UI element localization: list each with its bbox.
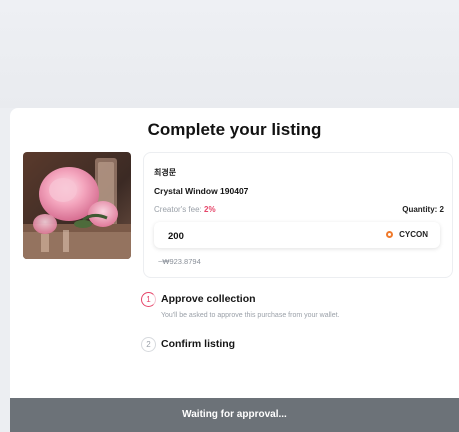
krw-estimate: ~₩923.8794 xyxy=(158,257,201,266)
step-1-title: Approve collection xyxy=(161,293,256,305)
rose-artwork-image xyxy=(23,152,131,259)
creator-fee-value: 2% xyxy=(204,205,216,214)
waiting-for-approval-button[interactable]: Waiting for approval... xyxy=(10,398,459,432)
creator-fee: Creator's fee: 2% xyxy=(154,205,216,214)
currency-label: CYCON xyxy=(399,230,428,239)
artist-name: 최경문 xyxy=(154,168,177,177)
page-backdrop xyxy=(0,0,459,108)
step-1-indicator: 1 xyxy=(141,292,156,307)
modal-title: Complete your listing xyxy=(147,120,322,139)
quantity-label: Quantity: 2 xyxy=(402,205,444,214)
cycon-coin-icon xyxy=(386,231,394,238)
listing-details-card: 최경문 Crystal Window 190407 Creator's fee:… xyxy=(143,152,453,278)
step-1-description: You'll be asked to approve this purchase… xyxy=(161,312,340,319)
step-2-title: Confirm listing xyxy=(161,338,236,350)
step-2-indicator: 2 xyxy=(141,337,156,352)
item-name: Crystal Window 190407 xyxy=(154,186,249,196)
creator-fee-label: Creator's fee: xyxy=(154,205,202,214)
price-field[interactable]: CYCON xyxy=(154,222,440,250)
price-input[interactable] xyxy=(166,222,350,250)
currency-selector[interactable]: CYCON xyxy=(386,230,428,239)
nft-thumbnail xyxy=(23,152,131,259)
listing-modal: Complete your listing 최경문 Crystal Window… xyxy=(10,108,459,432)
